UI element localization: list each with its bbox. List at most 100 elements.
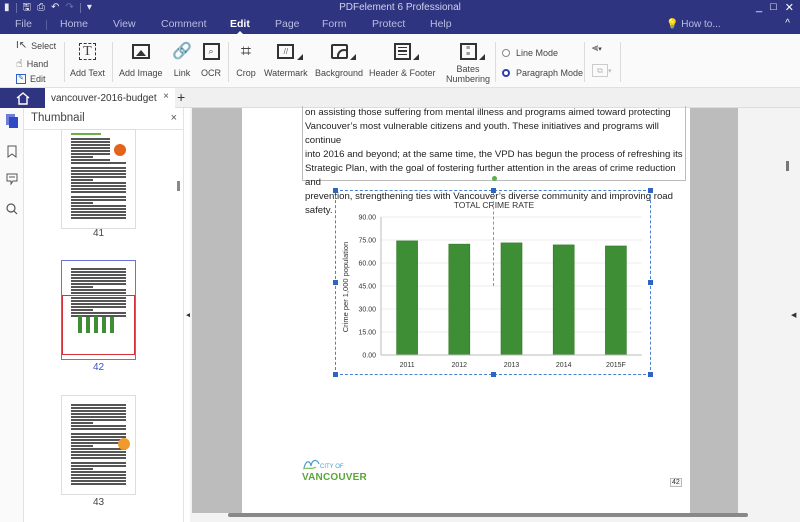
thumbnail-panel-header: Thumbnail × (24, 108, 184, 130)
edit-icon: ✎ (16, 74, 26, 84)
editable-paragraph[interactable]: on assisting those suffering from mental… (302, 106, 686, 216)
line-mode-radio[interactable]: Line Mode (502, 48, 558, 58)
y-tick-label: 15.00 (358, 330, 376, 337)
menu-protect[interactable]: Protect (372, 18, 405, 30)
thumb-text-line (71, 214, 126, 216)
menu-form[interactable]: Form (322, 18, 347, 30)
thumb-text-line (71, 182, 126, 184)
thumb-text-line (71, 179, 93, 181)
resize-handle-e[interactable] (648, 280, 653, 285)
menu-file[interactable]: File (15, 18, 32, 30)
edit-label: Edit (30, 74, 46, 84)
header-footer-button[interactable]: Header & Footer (369, 40, 436, 78)
ocr-icon: ⌕ (200, 40, 222, 62)
page-gutter-left (192, 108, 242, 513)
thumb-text-line (71, 448, 126, 450)
hand-tool[interactable]: ☝ Hand (16, 57, 48, 70)
thumb-text-line (71, 202, 93, 204)
page-thumbnail-41[interactable] (61, 129, 136, 229)
vertical-scrollbar[interactable] (786, 161, 789, 171)
crop-button[interactable]: ⌗ Crop (235, 40, 257, 79)
link-label: Link (173, 68, 191, 78)
maximize-button[interactable]: □ (770, 1, 777, 14)
add-image-label: Add Image (119, 68, 163, 78)
menu-comment[interactable]: Comment (161, 18, 207, 30)
ribbon-toolbar: I↖ Select ☝ Hand ✎ Edit T Add Text Add I… (0, 34, 800, 88)
resize-handle-s[interactable] (491, 372, 496, 377)
menu-bar: File Home View Comment Edit Page Form Pr… (0, 16, 800, 35)
menu-home[interactable]: Home (60, 18, 88, 30)
collapse-ribbon-button[interactable]: ^ (785, 18, 790, 29)
thumb-text-line (71, 422, 93, 424)
thumb-text-line (71, 277, 126, 279)
minimize-button[interactable]: _ (756, 1, 762, 14)
crime-rate-chart: TOTAL CRIME RATE Crime per 1,000 populat… (341, 200, 642, 369)
thumb-text-line (71, 413, 126, 415)
menu-page[interactable]: Page (275, 18, 300, 30)
add-text-button[interactable]: T Add Text (70, 40, 105, 78)
x-tick-label: 2012 (452, 362, 468, 369)
background-button[interactable]: Background (315, 40, 363, 78)
hand-label: Hand (26, 58, 49, 69)
thumb-text-line (71, 147, 110, 149)
select-tool[interactable]: I↖ Select (16, 40, 56, 51)
watermark-button[interactable]: // Watermark (264, 40, 308, 78)
paragraph-mode-radio[interactable]: Paragraph Mode (502, 68, 583, 78)
menu-edit[interactable]: Edit (230, 18, 250, 35)
page-thumbnail-43[interactable] (61, 395, 136, 495)
home-tab[interactable] (0, 88, 45, 108)
search-panel-button[interactable] (5, 202, 19, 216)
thumb-text-line (71, 477, 126, 479)
link-button[interactable]: 🔗 Link (171, 40, 193, 78)
thumb-text-line (71, 480, 126, 482)
paragraph-line: Vancouver’s most vulnerable citizens and… (305, 121, 659, 146)
document-tab[interactable]: vancouver-2016-budget × (45, 88, 175, 108)
thumbnail-scrollbar[interactable] (177, 181, 180, 191)
page-number: 42 (670, 478, 682, 487)
y-tick-label: 0.00 (362, 353, 376, 360)
close-button[interactable]: ✕ (785, 1, 794, 14)
selected-chart-image[interactable]: TOTAL CRIME RATE Crime per 1,000 populat… (333, 188, 653, 377)
thumbnail-label-43: 43 (92, 497, 105, 508)
thumb-text-line (71, 471, 126, 473)
resize-handle-nw[interactable] (333, 188, 338, 193)
resize-handle-ne[interactable] (648, 188, 653, 193)
menu-view[interactable]: View (113, 18, 136, 30)
visible-area-indicator[interactable] (62, 295, 135, 355)
how-to-button[interactable]: 💡 How to... (666, 19, 721, 30)
ocr-label: OCR (201, 68, 221, 78)
pdf-page: on assisting those suffering from mental… (242, 106, 690, 513)
align-dropdown[interactable]: ⫷▾ (592, 42, 602, 55)
close-tab-icon[interactable]: × (163, 91, 169, 102)
edit-tool[interactable]: ✎ Edit (16, 74, 46, 84)
bookmark-panel-button[interactable] (5, 144, 19, 158)
watermark-icon: // (275, 40, 303, 62)
resize-handle-n[interactable] (491, 188, 496, 193)
rotate-handle[interactable] (492, 176, 497, 181)
page-thumbnail-42[interactable] (61, 260, 136, 360)
add-tab-button[interactable]: + (177, 89, 185, 105)
comment-panel-button[interactable] (5, 172, 19, 186)
separator (620, 42, 621, 82)
distribute-icon: ⧉ (592, 64, 608, 77)
thumb-text-line (71, 286, 93, 288)
thumb-text-line (71, 271, 126, 273)
ocr-button[interactable]: ⌕ OCR (200, 40, 222, 78)
thumb-text-line (71, 474, 126, 476)
resize-handle-w[interactable] (333, 280, 338, 285)
thumb-text-line (71, 468, 93, 470)
horizontal-scrollbar[interactable] (228, 513, 748, 517)
thumb-text-line (71, 167, 126, 169)
expand-right-panel-arrow-icon[interactable]: ◀ (791, 311, 796, 319)
menu-help[interactable]: Help (430, 18, 452, 30)
close-panel-icon[interactable]: × (171, 112, 177, 124)
resize-handle-sw[interactable] (333, 372, 338, 377)
chevron-down-icon: ▾ (598, 46, 602, 53)
paragraph-line: on assisting those suffering from mental… (305, 107, 671, 118)
distribute-dropdown[interactable]: ⧉ ▾ (592, 64, 612, 77)
paragraph-line: into 2016 and beyond; at the same time, … (305, 149, 683, 160)
bates-numbering-button[interactable]: ≡ ≡ Bates Numbering (446, 40, 490, 84)
thumbnail-panel-button[interactable] (5, 114, 19, 128)
add-image-button[interactable]: Add Image (119, 40, 163, 78)
resize-handle-se[interactable] (648, 372, 653, 377)
